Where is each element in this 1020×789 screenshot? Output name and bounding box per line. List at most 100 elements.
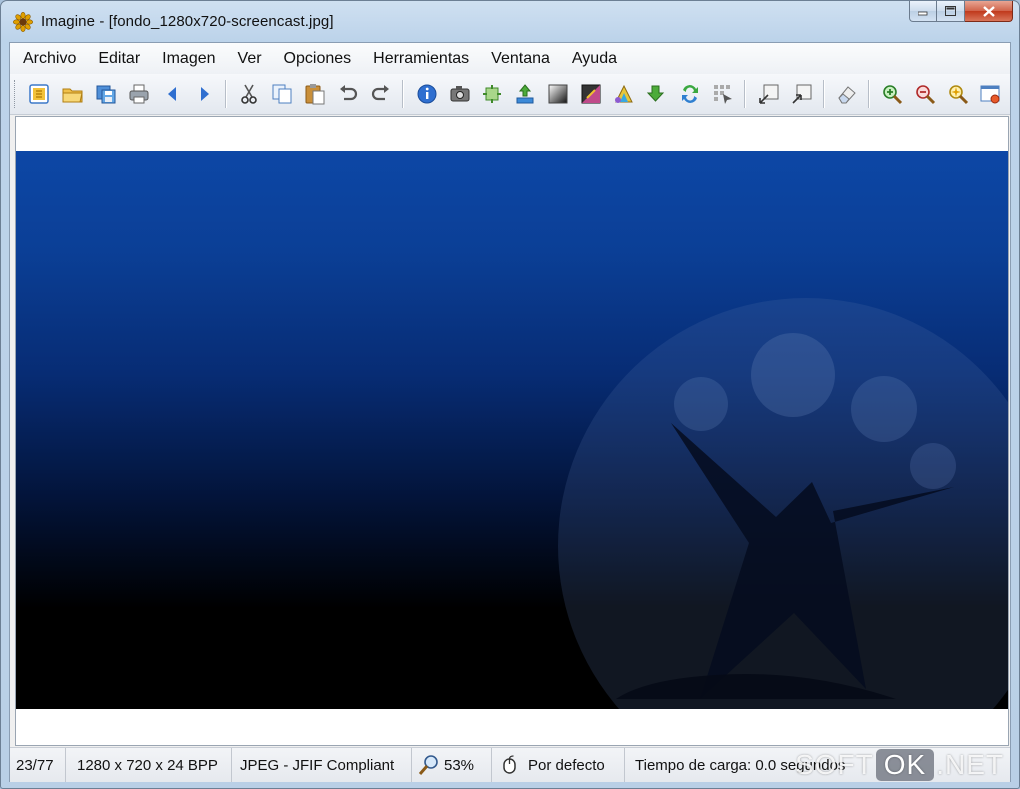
batch-icon	[714, 85, 732, 104]
magic-button[interactable]	[946, 82, 970, 106]
menu-bar: Archivo Editar Imagen Ver Opciones Herra…	[10, 43, 1010, 74]
convert-icon	[682, 85, 698, 103]
fullscreen-button[interactable]	[978, 82, 1002, 106]
menu-opciones[interactable]: Opciones	[274, 50, 362, 68]
status-mouse-mode-label: Por defecto	[528, 756, 605, 774]
grayscale-icon	[548, 84, 568, 104]
copy-icon	[272, 84, 292, 104]
grayscale-button[interactable]	[546, 82, 570, 106]
actual-size-icon	[792, 84, 812, 104]
previous-icon	[168, 87, 176, 101]
menu-imagen[interactable]: Imagen	[152, 50, 225, 68]
menu-herramientas[interactable]: Herramientas	[363, 50, 479, 68]
print-icon	[129, 84, 149, 104]
close-icon	[982, 5, 995, 17]
capture-icon	[450, 86, 470, 102]
batch-button[interactable]	[711, 82, 735, 106]
copy-button[interactable]	[270, 82, 294, 106]
capture-button[interactable]	[448, 82, 472, 106]
toolbar-grip[interactable]	[14, 80, 18, 108]
magic-icon	[949, 85, 969, 105]
status-zoom: 53%	[412, 748, 492, 782]
eraser-button[interactable]	[835, 82, 859, 106]
effects-icon	[615, 84, 633, 103]
cut-icon	[241, 84, 257, 104]
redo-icon	[371, 85, 389, 101]
redo-button[interactable]	[369, 82, 393, 106]
maximize-button[interactable]	[937, 1, 965, 22]
fit-window-icon	[759, 84, 779, 104]
title-bar[interactable]: Imagine - [fondo_1280x720-screencast.jpg…	[1, 1, 1019, 41]
sunflower-app-icon	[13, 12, 33, 32]
fit-window-button[interactable]	[757, 82, 781, 106]
window-title: Imagine - [fondo_1280x720-screencast.jpg…	[41, 13, 334, 30]
watermark-ok: OK	[875, 749, 935, 781]
status-zoom-value: 53%	[444, 756, 475, 774]
print-button[interactable]	[127, 82, 151, 106]
rotate-button[interactable]	[645, 82, 669, 106]
menu-ayuda[interactable]: Ayuda	[562, 50, 627, 68]
mouse-icon	[503, 755, 516, 774]
undo-icon	[340, 85, 358, 101]
cut-button[interactable]	[237, 82, 261, 106]
flip-button[interactable]	[513, 82, 537, 106]
actual-size-button[interactable]	[790, 82, 814, 106]
app-window: Imagine - [fondo_1280x720-screencast.jpg…	[0, 0, 1020, 789]
zoom-out-button[interactable]	[913, 82, 937, 106]
status-image-format: JPEG - JFIF Compliant	[232, 748, 412, 782]
status-bar: 23/77 1280 x 720 x 24 BPP JPEG - JFIF Co…	[10, 747, 1010, 782]
toolbar-separator	[823, 80, 825, 108]
color-adjust-icon	[581, 84, 601, 104]
open-button[interactable]	[61, 82, 85, 106]
convert-button[interactable]	[678, 82, 702, 106]
menu-ventana[interactable]: Ventana	[481, 50, 560, 68]
browse-button[interactable]	[27, 82, 51, 106]
minimize-icon	[918, 11, 928, 16]
window-controls	[909, 1, 1013, 23]
info-icon	[417, 84, 437, 104]
displayed-image[interactable]	[16, 151, 1008, 709]
image-viewport[interactable]	[15, 116, 1009, 746]
previous-button[interactable]	[160, 82, 184, 106]
undo-button[interactable]	[336, 82, 360, 106]
watermark-net: .NET	[936, 749, 1004, 780]
menu-editar[interactable]: Editar	[88, 50, 150, 68]
resize-button[interactable]	[480, 82, 504, 106]
close-button[interactable]	[965, 1, 1013, 22]
logo-watermark-graphic	[558, 298, 1008, 709]
toolbar-separator	[402, 80, 404, 108]
toolbar-separator	[225, 80, 227, 108]
flip-icon	[516, 84, 534, 104]
toolbar	[10, 74, 1010, 115]
paste-icon	[305, 84, 325, 105]
menu-archivo[interactable]: Archivo	[13, 50, 86, 68]
menu-ver[interactable]: Ver	[228, 50, 272, 68]
toolbar-separator	[868, 80, 870, 108]
paste-button[interactable]	[303, 82, 327, 106]
minimize-button[interactable]	[909, 1, 937, 22]
fullscreen-icon	[980, 85, 1000, 104]
next-button[interactable]	[193, 82, 217, 106]
zoom-out-icon	[916, 85, 936, 105]
effects-button[interactable]	[612, 82, 636, 106]
watermark-soft: SOFT	[795, 749, 874, 780]
zoom-in-icon	[883, 85, 903, 105]
toolbar-separator	[744, 80, 746, 108]
status-mouse-mode: Por defecto	[492, 748, 625, 782]
magnifier-icon	[418, 755, 438, 775]
eraser-icon	[838, 86, 856, 104]
info-button[interactable]	[415, 82, 439, 106]
zoom-in-button[interactable]	[880, 82, 904, 106]
site-watermark: SOFT OK .NET	[795, 749, 1004, 781]
color-adjust-button[interactable]	[579, 82, 603, 106]
status-image-dimensions: 1280 x 720 x 24 BPP	[66, 748, 232, 782]
rotate-icon	[646, 85, 665, 102]
save-icon	[96, 85, 116, 104]
browse-icon	[29, 84, 49, 104]
maximize-icon	[945, 6, 956, 16]
client-area: Archivo Editar Imagen Ver Opciones Herra…	[9, 42, 1011, 782]
resize-icon	[483, 85, 501, 103]
next-icon	[201, 87, 209, 101]
status-page-counter: 23/77	[10, 748, 66, 782]
save-button[interactable]	[94, 82, 118, 106]
